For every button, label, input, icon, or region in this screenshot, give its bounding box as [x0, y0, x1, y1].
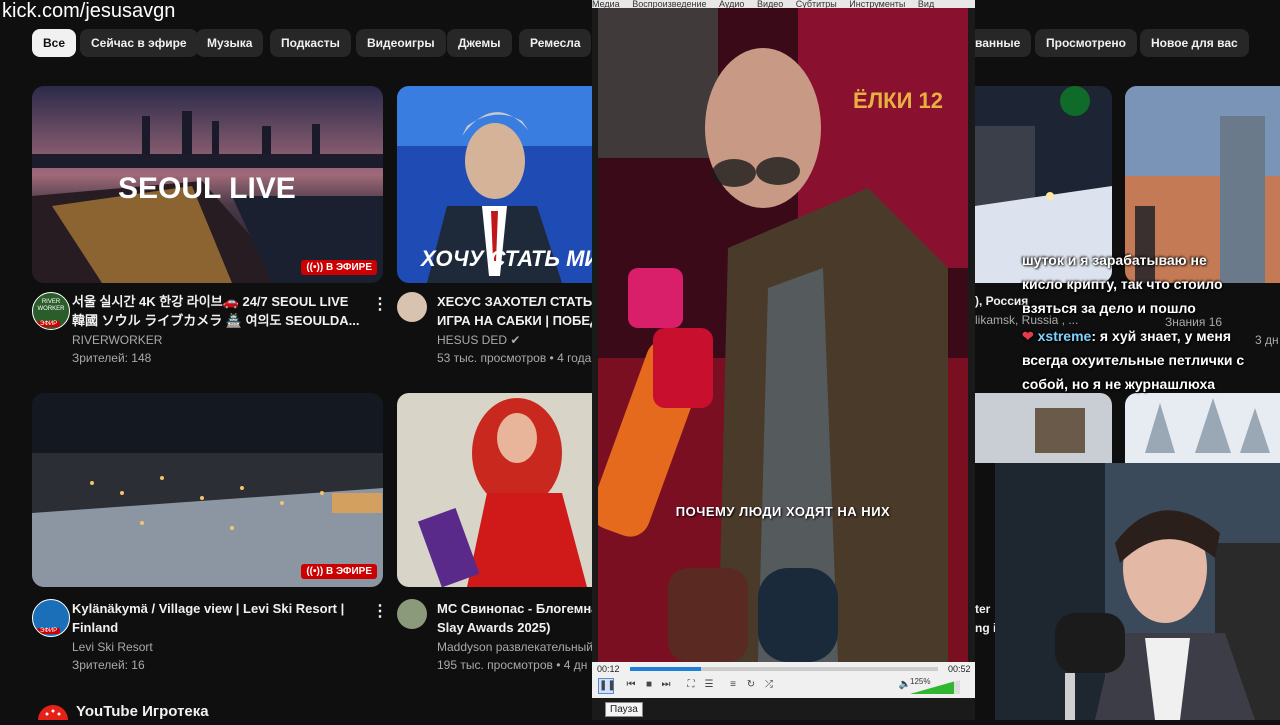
chip-new-for-you[interactable]: Новое для вас: [1140, 29, 1249, 57]
menu-media[interactable]: Медиа: [592, 0, 620, 8]
thumbnail-title: SEOUL LIVE: [118, 172, 296, 205]
video-frame[interactable]: ЁЛКИ 12 ПОЧЕМУ ЛЮДИ ХОДЯТ НА НИХ: [598, 8, 968, 662]
next-button[interactable]: ⏭: [659, 678, 673, 692]
chip-videogames[interactable]: Видеоигры: [356, 29, 446, 57]
section-title: YouTube Игротека: [76, 703, 209, 720]
video-thumbnail-snow-forest[interactable]: [1125, 393, 1280, 463]
streamer-webcam-image: [995, 463, 1280, 720]
time-current: 00:12: [597, 664, 620, 674]
video-title-hesus[interactable]: ХЕСУС ЗАХОТЕЛ СТАТЬ М ИГРА НА САБКИ | ПО…: [437, 292, 597, 330]
menu-view[interactable]: Вид: [918, 0, 934, 8]
snowy-forest-image: [1125, 393, 1280, 463]
vlc-menu-bar: Медиа Воспроизведение Аудио Видео Субтит…: [592, 0, 975, 8]
time-total: 00:52: [948, 664, 971, 674]
stop-button[interactable]: ■: [642, 678, 656, 692]
chat-message: ❤ xstreme: я хуй знает, у меня: [1022, 328, 1232, 344]
video-title-right[interactable]: ), Россия: [975, 292, 1028, 311]
chip-favorites[interactable]: ванные: [975, 29, 1032, 57]
pause-button[interactable]: ❚❚: [598, 678, 616, 694]
shuffle-button[interactable]: ⤮: [762, 678, 776, 692]
viewer-count: Зрителей: 148: [72, 351, 152, 365]
event-sign-text: ЁЛКИ 12: [853, 88, 943, 113]
more-icon[interactable]: ⋮: [372, 601, 388, 621]
stream-watermark: kick.com/jesusavgn: [2, 0, 176, 22]
fullscreen-button[interactable]: ⛶: [684, 678, 698, 692]
video-thumbnail-levi[interactable]: ((•)) В ЭФИРЕ: [32, 393, 383, 587]
playlist-button[interactable]: ≡: [726, 678, 740, 692]
live-badge: ((•)) В ЭФИРЕ: [301, 564, 377, 579]
video-thumbnail-seoul[interactable]: SEOUL LIVE ((•)) В ЭФИРЕ: [32, 86, 383, 283]
ski-resort-night-image: [32, 393, 383, 587]
volume-slider[interactable]: 125%: [910, 677, 960, 695]
chat-message-text: собой, но я не журнашлюха: [1022, 376, 1216, 392]
chat-message-text: шуток и я зарабатываю не: [1022, 252, 1207, 268]
live-badge: ((•)) В ЭФИРЕ: [301, 260, 377, 275]
chat-message-text: всегда охуительные петлички с: [1022, 352, 1245, 368]
chip-live[interactable]: Сейчас в эфире: [80, 29, 198, 57]
menu-audio[interactable]: Аудио: [719, 0, 744, 8]
performer-red-dress-image: [397, 393, 592, 587]
avatar-hesus[interactable]: [397, 292, 427, 322]
channel-name[interactable]: RIVERWORKER: [72, 331, 162, 349]
loop-button[interactable]: ↻: [744, 678, 758, 692]
thumbnail-title: ХОЧУ СТАТЬ МИ: [421, 246, 592, 271]
video-thumbnail-svinopas[interactable]: [397, 393, 592, 587]
avatar-maddyson[interactable]: [397, 599, 427, 629]
pause-tooltip: Пауза: [605, 702, 643, 717]
menu-video[interactable]: Видео: [757, 0, 783, 8]
streamer-webcam: [995, 463, 1280, 720]
view-count: 53 тыс. просмотров • 4 года: [437, 351, 592, 365]
chat-message-text: взяться за дело и пошло: [1022, 300, 1196, 316]
video-thumbnail-snow-house[interactable]: [975, 393, 1112, 463]
view-count: 195 тыс. просмотров • 4 дн: [437, 658, 588, 672]
chip-music[interactable]: Музыка: [196, 29, 264, 57]
video-thumbnail-hesus[interactable]: ХОЧУ СТАТЬ МИ: [397, 86, 592, 283]
chat-message-text: кисло крипту, так что стоило: [1022, 276, 1223, 292]
live-icon: ((•)): [306, 566, 326, 577]
age-label: 3 дн: [1255, 333, 1279, 347]
previous-button[interactable]: ⏮: [624, 678, 638, 692]
channel-name[interactable]: Maddyson развлекательный: [437, 638, 592, 656]
video-title-svinopas[interactable]: МС Свинопас - Блогемна Slay Awards 2025): [437, 599, 597, 637]
menu-playback[interactable]: Воспроизведение: [632, 0, 706, 8]
menu-tools[interactable]: Инструменты: [849, 0, 905, 8]
video-subtitle: ПОЧЕМУ ЛЮДИ ХОДЯТ НА НИХ: [675, 504, 891, 519]
heart-icon: ❤: [1022, 328, 1038, 344]
snowy-house-image: [975, 393, 1112, 463]
chip-all[interactable]: Все: [32, 29, 77, 57]
seek-bar[interactable]: [630, 667, 938, 671]
channel-name[interactable]: HESUS DED ✔: [437, 331, 520, 349]
verified-icon: ✔: [510, 333, 521, 347]
chip-podcasts[interactable]: Подкасты: [270, 29, 351, 57]
seek-progress: [630, 667, 701, 671]
video-title-levi[interactable]: Kylänäkymä / Village view | Levi Ski Res…: [72, 599, 367, 637]
volume-label: 125%: [910, 677, 931, 686]
avatar-levi[interactable]: ЭФИР: [32, 599, 70, 637]
chip-jams[interactable]: Джемы: [447, 29, 512, 57]
more-icon[interactable]: ⋮: [372, 294, 388, 314]
video-title-seoul[interactable]: 서울 실시간 4K 한강 라이브🚗 24/7 SEOUL LIVE 韓國 ソウル…: [72, 292, 367, 330]
playables-icon: [38, 704, 68, 725]
chip-crafts[interactable]: Ремесла: [519, 29, 591, 57]
avatar-riverworker[interactable]: RIVER WORKER ЭФИР: [32, 292, 70, 330]
viewer-count: Зрителей: 16: [72, 658, 145, 672]
live-icon: ((•)): [306, 262, 326, 273]
vlc-controls: 00:12 00:52 ❚❚ ⏮ ■ ⏭ ⛶ ☰ ≡ ↻ ⤮ 🔈 125%: [592, 662, 975, 698]
menu-subtitles[interactable]: Субтитры: [796, 0, 837, 8]
channel-name[interactable]: Levi Ski Resort: [72, 638, 153, 656]
extended-settings-button[interactable]: ☰: [702, 678, 716, 692]
vlc-player-window[interactable]: Медиа Воспроизведение Аудио Видео Субтит…: [592, 0, 975, 720]
chip-watched[interactable]: Просмотрено: [1035, 29, 1138, 57]
chat-username: xstreme: [1037, 328, 1092, 344]
